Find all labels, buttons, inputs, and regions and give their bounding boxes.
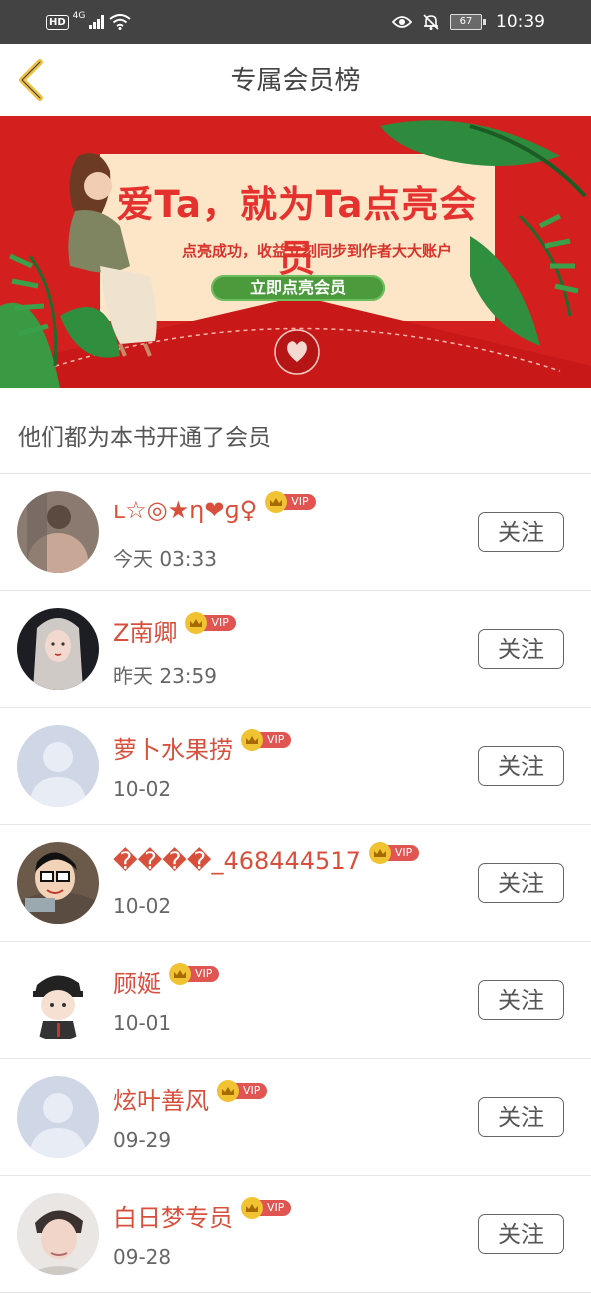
crown-icon [217,1079,239,1102]
back-arrow-icon [19,59,43,101]
eye-icon [392,16,412,28]
clock: 10:39 [496,12,545,32]
list-item[interactable]: 炫叶善风 VIP 09-29 关注 [0,1059,591,1176]
avatar-photo-icon [17,491,99,573]
avatar[interactable] [17,491,99,573]
vip-badge: VIP [241,1196,292,1219]
vip-badge: VIP [169,962,220,985]
follow-button[interactable]: 关注 [478,980,564,1020]
list-item[interactable]: 顾娫 VIP 10-01 关注 [0,942,591,1059]
vip-badge: VIP [368,842,420,864]
member-name: 炫叶善风 [113,1087,209,1115]
follow-button[interactable]: 关注 [478,629,564,669]
battery-level: 67 [450,14,482,30]
vip-badge: VIP [265,491,316,513]
name-row: 白日梦专员 VIP [113,1196,292,1233]
section-header: 他们都为本书开通了会员 [18,425,271,451]
avatar[interactable] [17,1076,99,1158]
list-item[interactable]: ����_468444517 VIP 10-02 关注 [0,825,591,942]
name-row: Z南卿 VIP [113,611,236,648]
avatar-photo-icon [17,1193,99,1275]
name-row: 顾娫 VIP [113,962,220,999]
crown-icon [185,611,208,634]
cellular-signal-icon [89,15,105,29]
wifi-icon [109,14,131,30]
list-item[interactable]: 萝卜水果捞 VIP 10-02 关注 [0,708,591,825]
follow-button[interactable]: 关注 [478,1097,564,1137]
avatar[interactable] [17,1193,99,1275]
member-name: ʟ☆◎★η❤ɡ♀ [113,496,258,524]
hd-badge: HD [46,14,69,30]
battery: 67 [450,14,486,30]
member-name: 顾娫 [113,970,161,998]
avatar-cartoon-icon [17,959,99,1041]
status-right: 67 10:39 [392,10,545,34]
avatar[interactable] [17,842,99,924]
member-time: 10-01 [113,1011,172,1035]
name-row: ʟ☆◎★η❤ɡ♀ VIP [113,491,316,524]
vip-badge: VIP [217,1079,268,1102]
member-name: 萝卜水果捞 [113,736,233,764]
member-time: 今天 03:33 [113,547,217,571]
avatar[interactable] [17,959,99,1041]
vip-badge: VIP [185,611,236,634]
vip-promo-banner[interactable]: 爱Ta，就为Ta点亮会员 点亮成功，收益立刻同步到作者大大账户 立即点亮会员 [0,116,591,388]
status-bar: HD 4G 67 10:39 [0,0,591,44]
crown-icon [241,728,263,751]
battery-tip [483,19,486,25]
back-button[interactable] [8,54,60,106]
avatar-photo-icon [17,608,99,690]
default-avatar-icon [17,725,99,807]
banner-subtitle: 点亮成功，收益立刻同步到作者大大账户 [181,242,452,260]
member-time: 09-29 [113,1128,172,1152]
member-name: Z南卿 [113,619,178,647]
list-item[interactable]: ʟ☆◎★η❤ɡ♀ VIP 今天 03:33 关注 [0,474,591,591]
mute-bell-icon [423,14,439,30]
member-time: 10-02 [113,777,172,801]
status-left: HD 4G [46,10,131,34]
name-row: 炫叶善风 VIP [113,1079,268,1116]
follow-button[interactable]: 关注 [478,1214,564,1254]
follow-button[interactable]: 关注 [478,512,564,552]
network-label: 4G [72,11,86,21]
banner-title: 爱Ta，就为Ta点亮会员 [116,183,478,280]
follow-button[interactable]: 关注 [478,746,564,786]
list-item[interactable]: Z南卿 VIP 昨天 23:59 关注 [0,591,591,708]
light-vip-button[interactable]: 立即点亮会员 [211,275,385,301]
member-time: 09-28 [113,1245,172,1269]
crown-icon [241,1196,263,1219]
avatar[interactable] [17,608,99,690]
nav-bar: 专属会员榜 [0,44,591,116]
avatar[interactable] [17,725,99,807]
follow-button[interactable]: 关注 [478,863,564,903]
list-item[interactable]: 白日梦专员 VIP 09-28 关注 [0,1176,591,1293]
member-list: ʟ☆◎★η❤ɡ♀ VIP 今天 03:33 关注 Z南卿 VIP 昨天 23:5… [0,474,591,1293]
crown-icon [169,962,191,985]
vip-badge: VIP [241,728,292,751]
member-name: ����_468444517 [113,847,361,875]
default-avatar-icon [17,1076,99,1158]
member-time: 10-02 [113,894,172,918]
member-name: 白日梦专员 [113,1204,233,1232]
page-title: 专属会员榜 [230,66,361,96]
name-row: 萝卜水果捞 VIP [113,728,292,765]
crown-icon [368,842,391,864]
avatar-cartoon-icon [17,842,99,924]
member-time: 昨天 23:59 [113,664,217,688]
name-row: ����_468444517 VIP [113,842,420,875]
